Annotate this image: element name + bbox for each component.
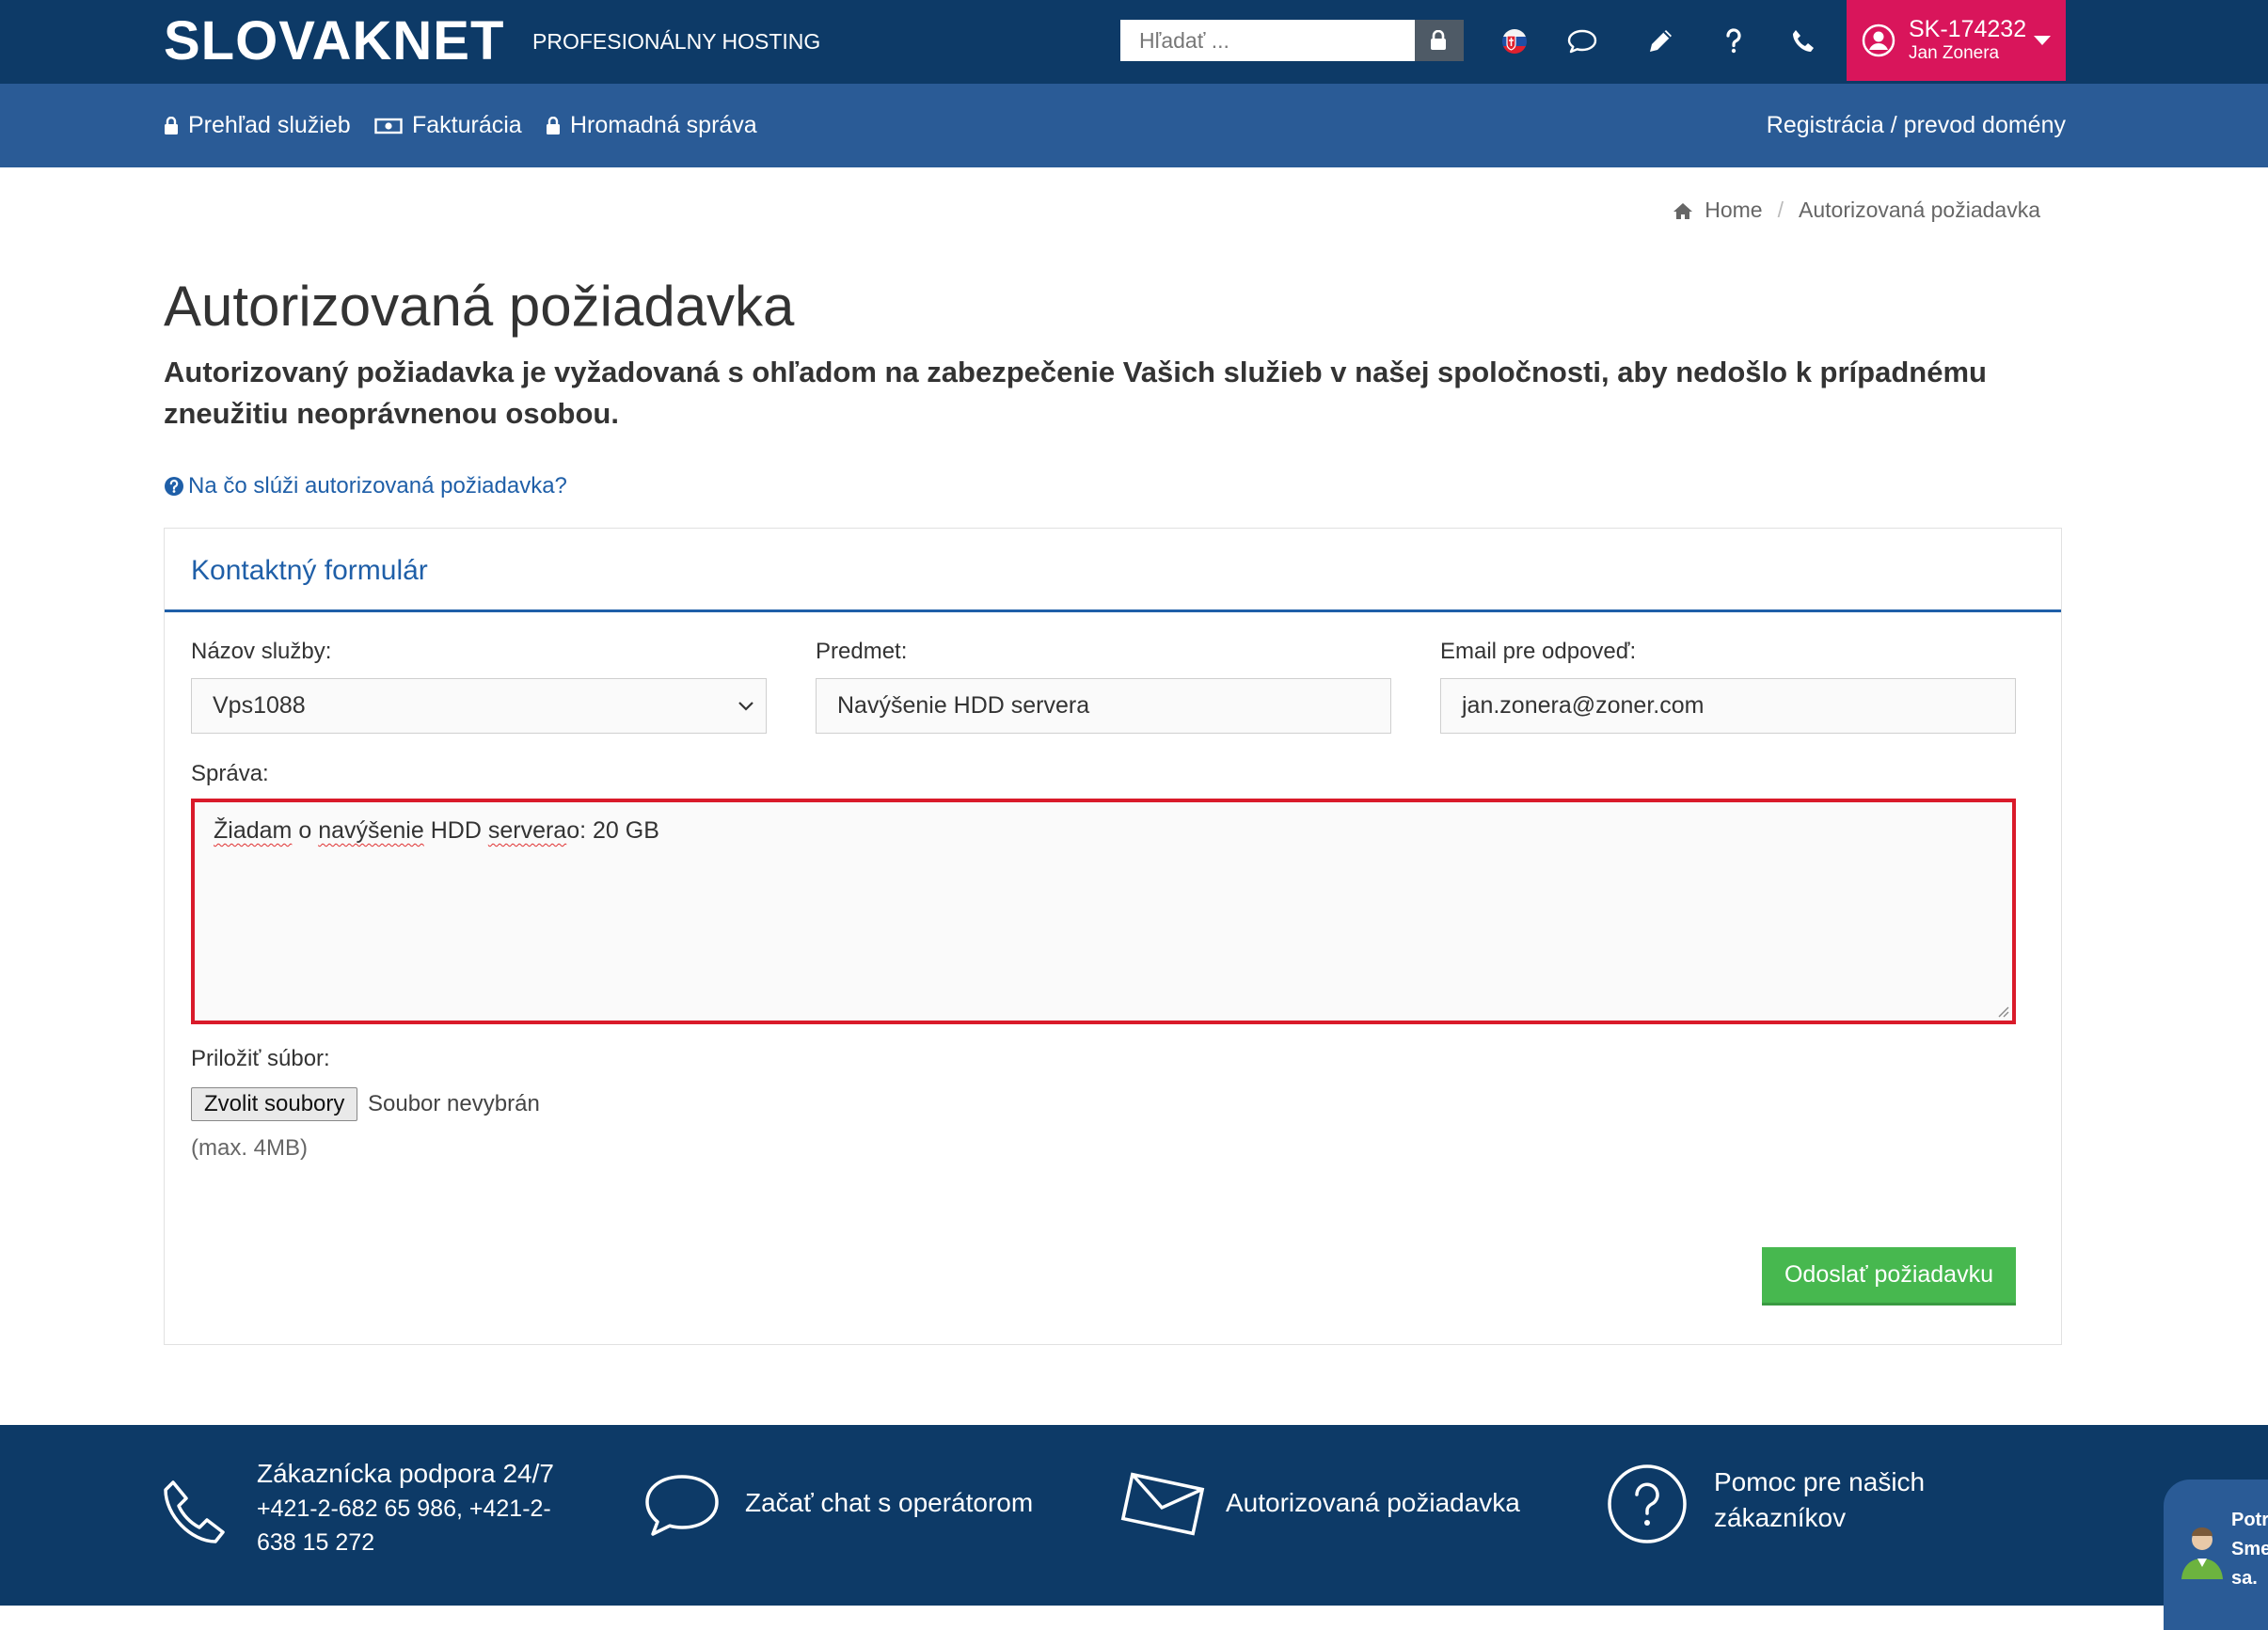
lock-icon: [165, 116, 178, 135]
logo[interactable]: SLOVAKNET: [164, 8, 504, 75]
envelope-icon: [1120, 1472, 1205, 1536]
language-flag-icon[interactable]: [1496, 23, 1533, 60]
agent-avatar-icon: [2181, 1527, 2223, 1579]
contact-form-panel: Kontaktný formulár Názov služby: Predmet…: [164, 528, 2062, 1345]
home-icon: [1673, 202, 1693, 219]
breadcrumb-home[interactable]: Home: [1705, 198, 1762, 223]
email-label: Email pre odpoveď:: [1440, 639, 1637, 664]
panel-title: Kontaktný formulár: [191, 555, 428, 586]
chevron-down-icon: [2034, 36, 2051, 45]
message-word: o: 20 GB: [566, 817, 659, 844]
question-circle-icon: [1608, 1464, 1687, 1543]
page-lead: Autorizovaný požiadavka je vyžadovaná s …: [164, 356, 1987, 430]
user-avatar-icon: [1862, 24, 1895, 57]
pencil-icon[interactable]: [1642, 23, 1679, 60]
footer: Zákaznícka podpora 24/7 +421-2-682 65 98…: [0, 1425, 2268, 1606]
choose-file-button[interactable]: Zvolit soubory: [191, 1087, 358, 1121]
nav-services[interactable]: Prehľad služieb: [164, 84, 351, 167]
file-size-hint: (max. 4MB): [191, 1135, 309, 1161]
phone-icon[interactable]: [1784, 23, 1822, 60]
chat-widget-text: Potr Sme sa.: [2231, 1510, 2268, 1589]
account-id: SK-174232: [1909, 16, 2027, 42]
subject-label: Predmet:: [816, 639, 908, 664]
chat-widget[interactable]: Potr Sme sa.: [2164, 1480, 2268, 1630]
chevron-down-icon: [738, 701, 753, 711]
footer-help-line: zákazníkov: [1714, 1503, 1847, 1532]
money-icon: [374, 118, 403, 134]
message-word: HDD: [430, 817, 482, 844]
nav-bulk[interactable]: Hromadná správa: [546, 84, 757, 167]
phone-icon: [164, 1480, 225, 1543]
service-select[interactable]: Vps1088: [191, 678, 767, 734]
email-field[interactable]: jan.zonera@zoner.com: [1440, 678, 2016, 734]
submit-button[interactable]: Odoslať požiadavku: [1762, 1247, 2016, 1306]
message-word: Žiadam: [214, 817, 293, 844]
message-label: Správa:: [191, 761, 269, 786]
footer-help-link[interactable]: Pomoc pre našich zákazníkov: [1714, 1464, 1925, 1536]
resize-grip-icon[interactable]: [1996, 1005, 2009, 1018]
support-title: Zákaznícka podpora 24/7: [257, 1459, 554, 1488]
footer-authorized-link[interactable]: Autorizovaná požiadavka: [1226, 1485, 1520, 1521]
footer-chat-link[interactable]: Začať chat s operátorom: [745, 1485, 1033, 1521]
help-icon[interactable]: [1715, 23, 1753, 60]
breadcrumb-current: Autorizovaná požiadavka: [1799, 198, 2040, 222]
attach-label: Priložiť súbor:: [191, 1046, 330, 1071]
footer-help-line: Pomoc pre našich: [1714, 1467, 1926, 1496]
page-title: Autorizovaná požiadavka: [164, 275, 795, 338]
nav-services-label: Prehľad služieb: [188, 112, 351, 138]
support-block[interactable]: Zákaznícka podpora 24/7 +421-2-682 65 98…: [257, 1456, 554, 1559]
message-word: navýšenie: [318, 817, 424, 844]
search-input[interactable]: [1120, 20, 1415, 61]
subject-value: Navýšenie HDD servera: [837, 692, 1090, 719]
search-button[interactable]: [1415, 20, 1464, 61]
account-name: Jan Zonera: [1909, 43, 2000, 63]
tagline: PROFESIONÁLNY HOSTING: [532, 29, 821, 54]
lock-icon: [1431, 30, 1446, 50]
file-status: Soubor nevybrán: [368, 1091, 540, 1116]
nav-domain-link[interactable]: Registrácia / prevod domény: [1767, 84, 2066, 167]
nav-bulk-label: Hromadná správa: [570, 112, 757, 138]
message-textarea[interactable]: Žiadam o navýšenie HDD serverao: 20 GB: [191, 799, 2016, 1024]
top-bar: SLOVAKNET PROFESIONÁLNY HOSTING Hľadať .…: [0, 0, 2268, 84]
email-value: jan.zonera@zoner.com: [1462, 692, 1705, 719]
subject-field[interactable]: Navýšenie HDD servera: [816, 678, 1391, 734]
main-nav: Prehľad služieb Fakturácia Hromadná sprá…: [0, 84, 2268, 167]
service-label: Názov služby:: [191, 639, 332, 664]
message-word: servera: [487, 817, 567, 844]
service-select-value: Vps1088: [213, 692, 306, 719]
breadcrumb-separator: /: [1777, 198, 1784, 222]
support-phone: 638 15 272: [257, 1529, 375, 1556]
nav-billing[interactable]: Fakturácia: [374, 84, 522, 167]
support-phone: +421-2-682 65 986, +421-2-: [257, 1495, 551, 1522]
panel-divider: [165, 609, 2061, 612]
lock-icon: [547, 116, 560, 135]
chat-icon[interactable]: [1563, 23, 1601, 60]
question-circle-icon: [165, 477, 183, 496]
chat-bubble-icon: [645, 1475, 719, 1536]
help-link-label: Na čo slúži autorizovaná požiadavka?: [188, 473, 567, 498]
message-word: o: [298, 817, 312, 844]
account-menu[interactable]: SK-174232 Jan Zonera: [1847, 0, 2066, 81]
nav-billing-label: Fakturácia: [412, 112, 522, 138]
help-link[interactable]: Na čo slúži autorizovaná požiadavka?: [164, 473, 567, 499]
breadcrumb: Home / Autorizovaná požiadavka: [1673, 198, 2040, 223]
